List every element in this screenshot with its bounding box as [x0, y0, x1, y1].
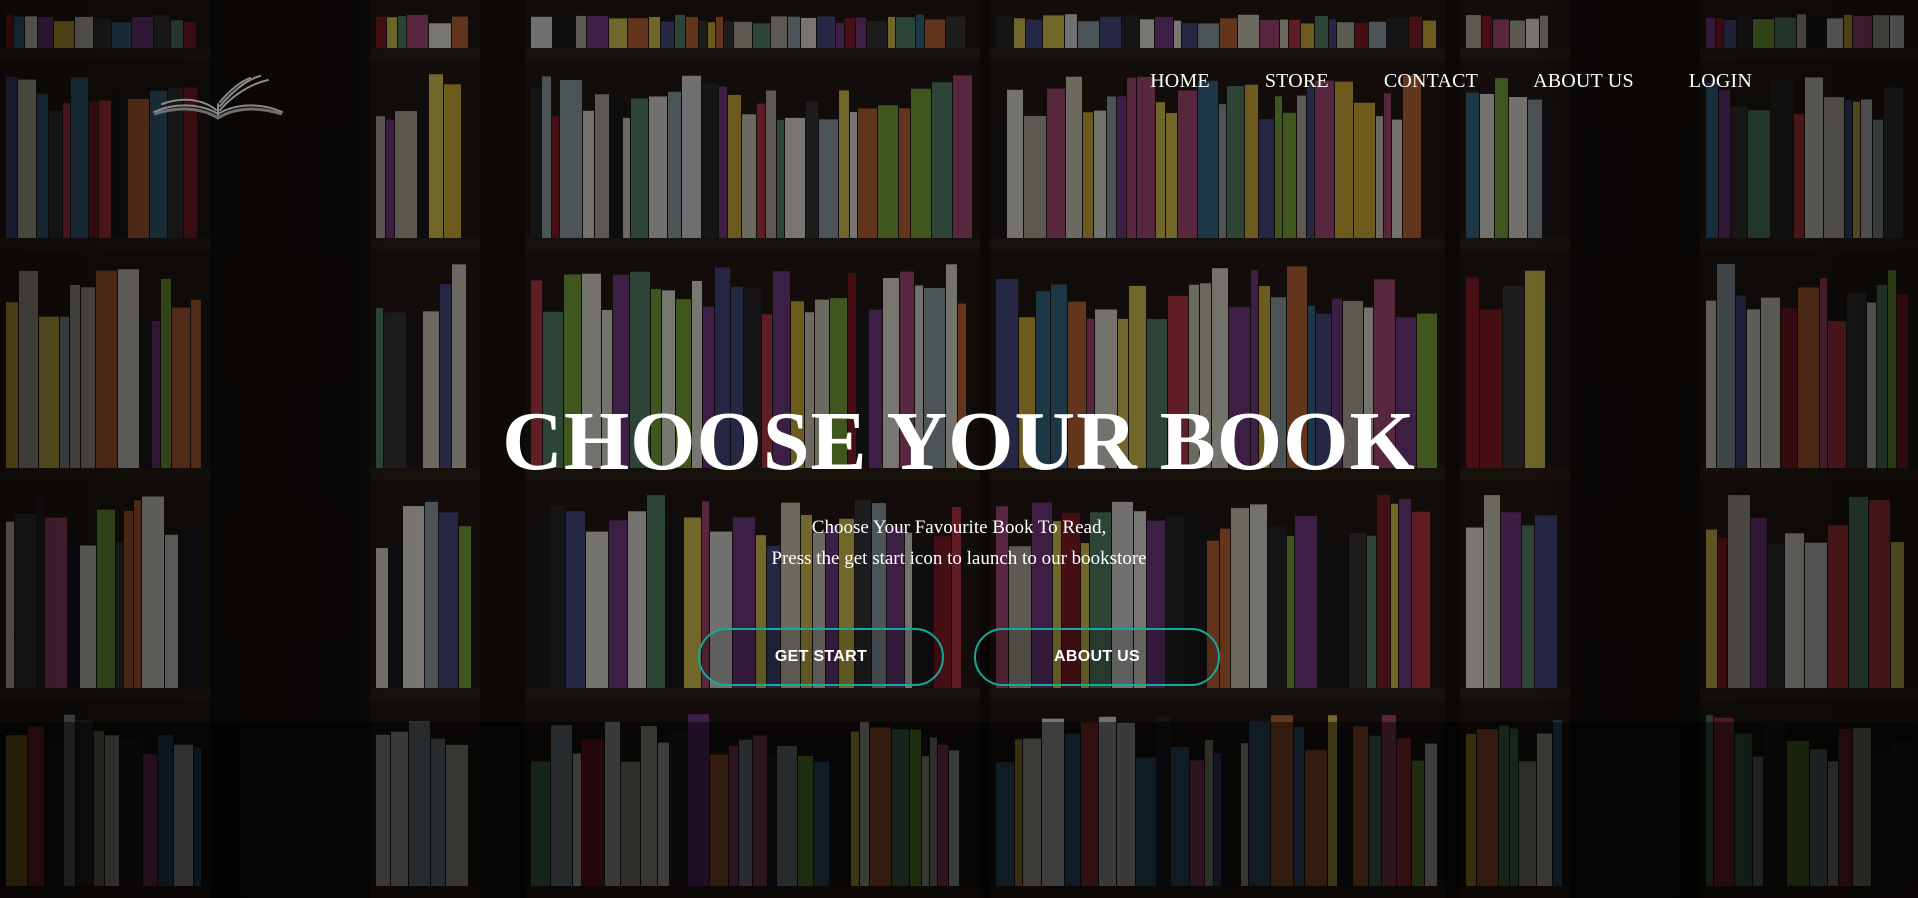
get-start-button[interactable]: GET START	[698, 628, 944, 686]
hero-title: CHOOSE YOUR BOOK	[502, 395, 1416, 488]
main-nav: HOME STORE CONTACT ABOUT US LOGIN	[1150, 70, 1752, 93]
nav-contact[interactable]: CONTACT	[1384, 70, 1478, 93]
hero-section: CHOOSE YOUR BOOK Choose Your Favourite B…	[0, 392, 1918, 574]
logo[interactable]	[150, 74, 286, 124]
nav-store[interactable]: STORE	[1265, 70, 1329, 93]
hero-buttons: GET START ABOUT US	[0, 628, 1918, 686]
nav-about-us[interactable]: ABOUT US	[1533, 70, 1634, 93]
open-book-icon	[153, 75, 283, 120]
hero-subtitle-line-1: Choose Your Favourite Book To Read,	[811, 517, 1107, 538]
hero-subtitle: Choose Your Favourite Book To Read, Pres…	[0, 512, 1918, 574]
nav-home[interactable]: HOME	[1150, 70, 1210, 93]
about-us-button[interactable]: ABOUT US	[974, 628, 1220, 686]
nav-login[interactable]: LOGIN	[1689, 70, 1752, 93]
hero-subtitle-line-2: Press the get start icon to launch to ou…	[771, 548, 1147, 569]
